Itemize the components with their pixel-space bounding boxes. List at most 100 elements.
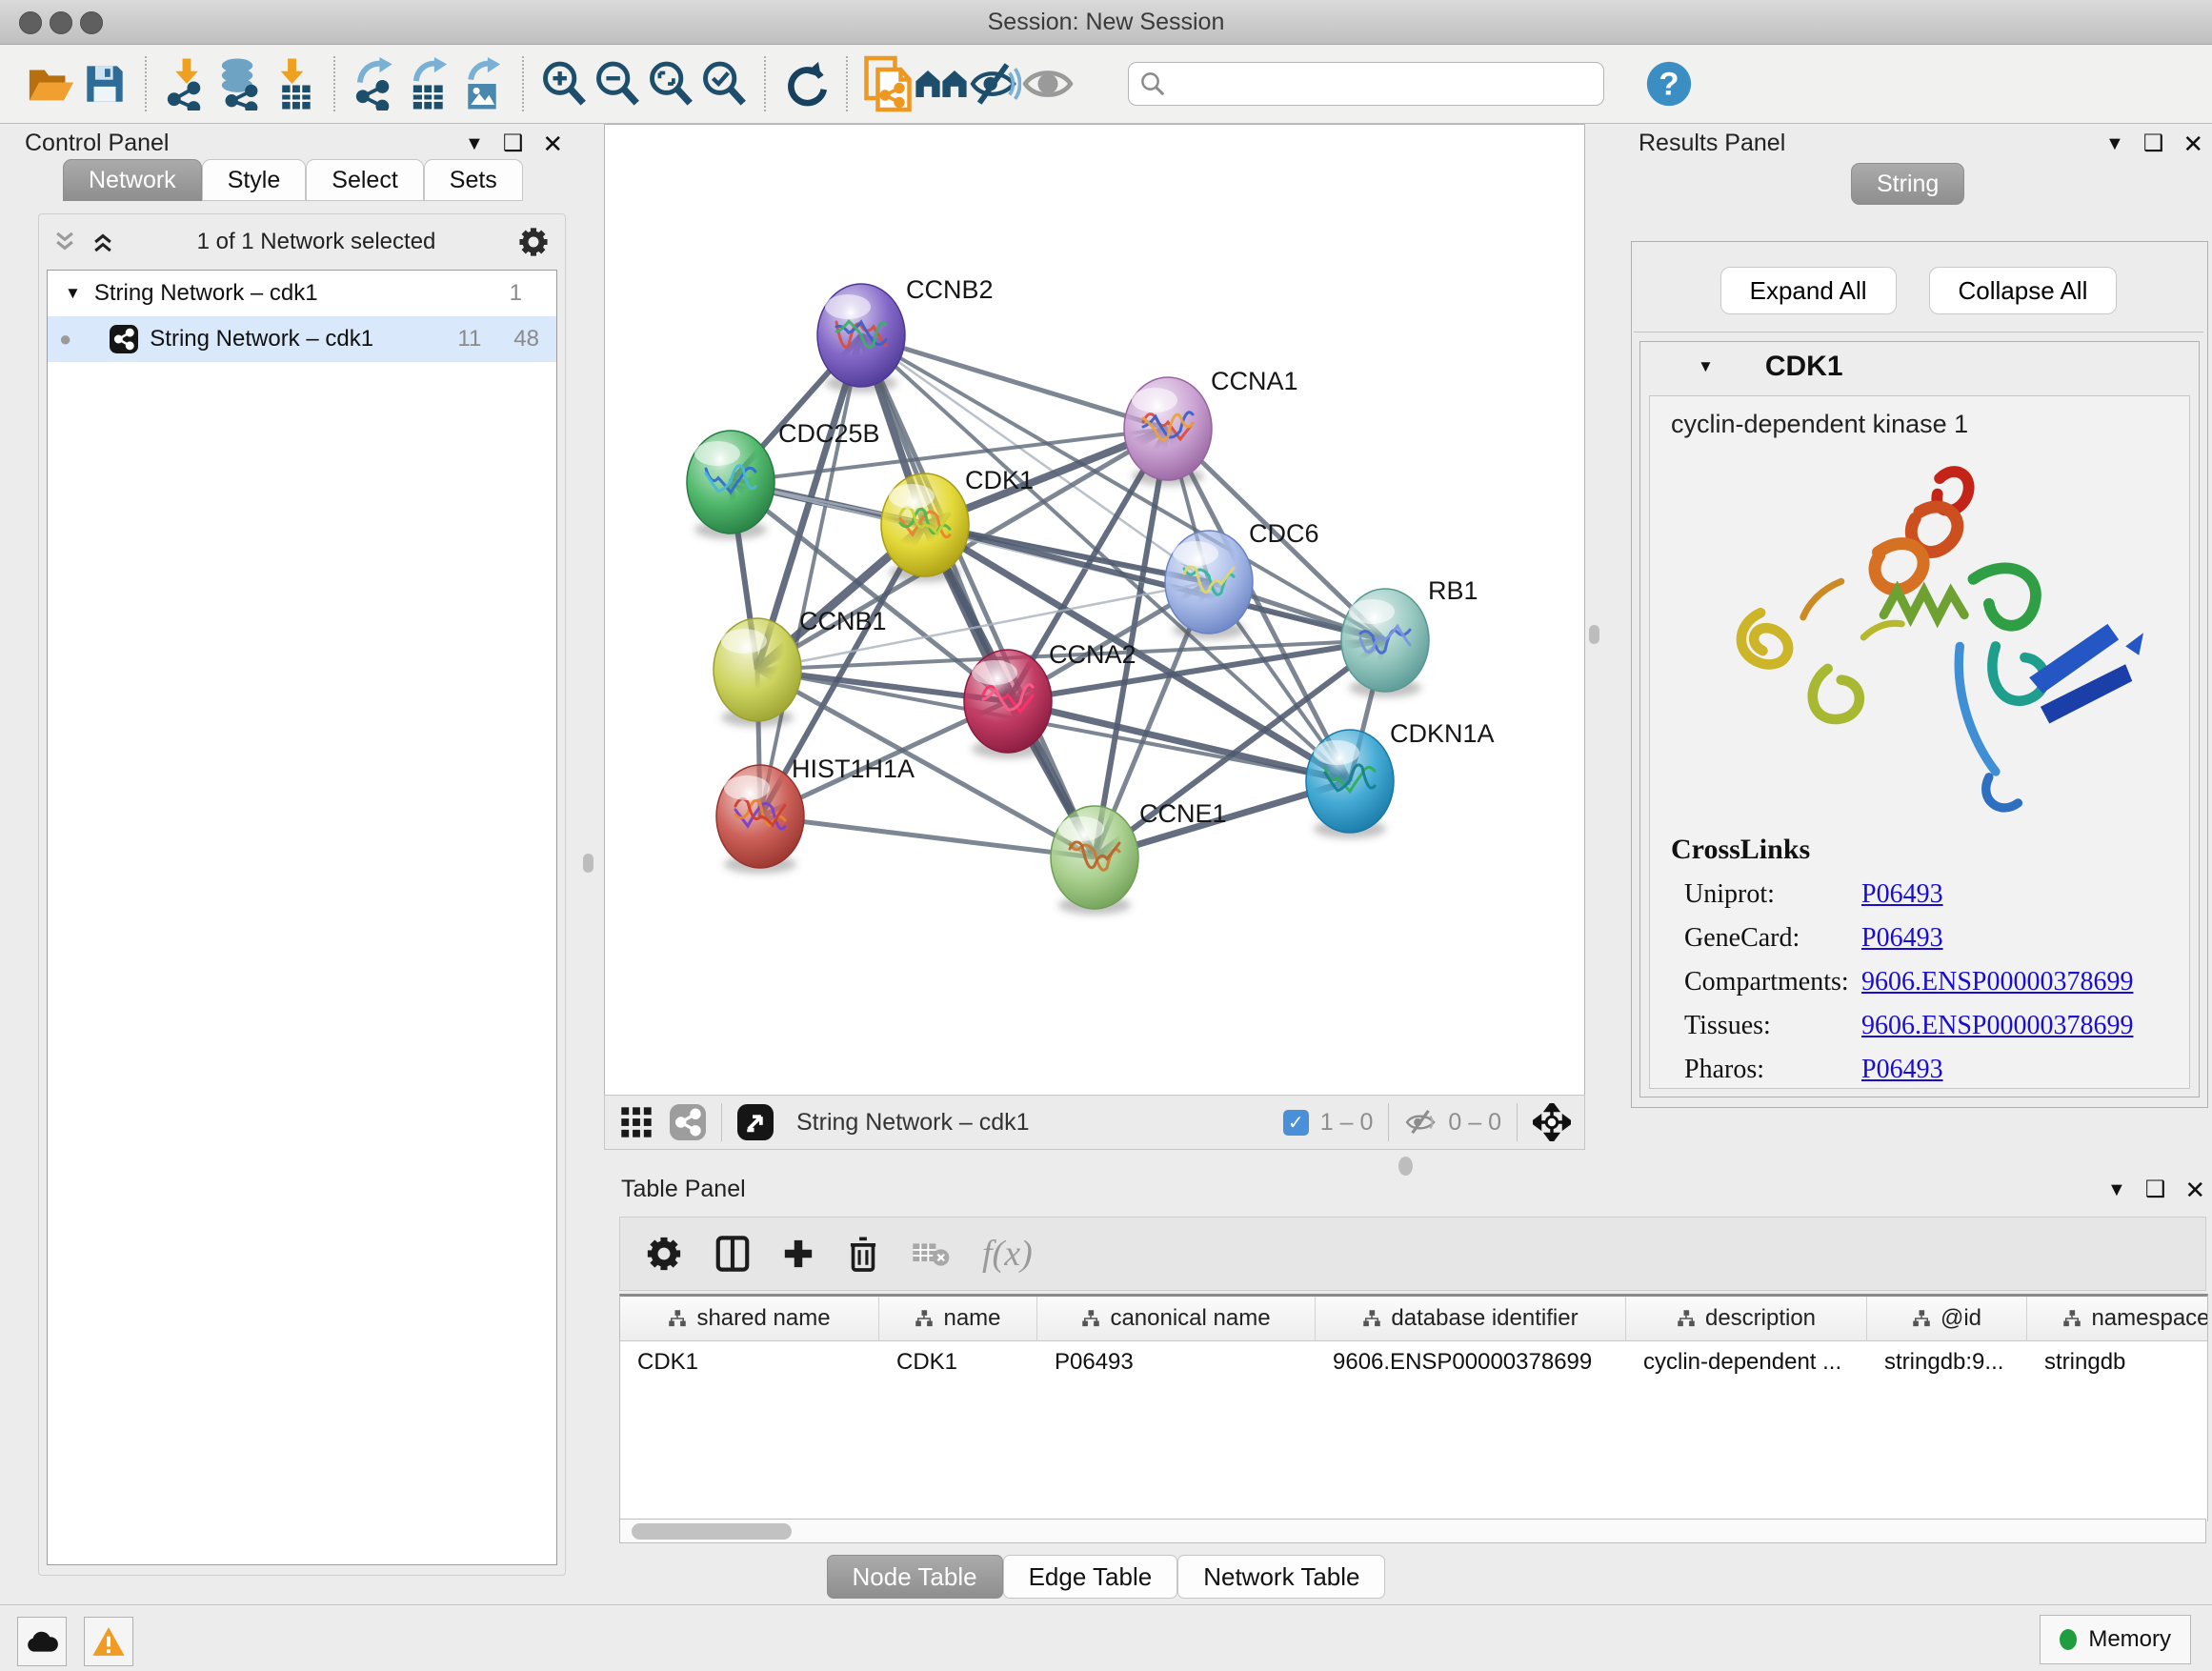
import-network-icon[interactable] — [160, 57, 213, 111]
search-input[interactable] — [1167, 70, 1594, 98]
node-label: CCNB1 — [799, 607, 887, 635]
tab-network[interactable]: Network — [63, 159, 202, 201]
tab-sets[interactable]: Sets — [424, 159, 523, 201]
node-label: CDC25B — [778, 419, 880, 448]
network-canvas[interactable]: CCNB2 CCNA1 CDC25B CDK1 CDC6 RB1 CCNB1 — [604, 124, 1585, 1096]
float-panel-icon[interactable]: ❑ — [2145, 1178, 2166, 1201]
close-panel-icon[interactable]: ✕ — [2184, 1178, 2205, 1202]
network-node-CCNB1[interactable]: CCNB1 — [714, 607, 887, 727]
crosslink-label: GeneCard: — [1684, 923, 1861, 954]
column-header-shared-name[interactable]: shared name — [620, 1297, 879, 1340]
tab-network-table[interactable]: Network Table — [1177, 1555, 1385, 1599]
import-network-from-database-icon[interactable] — [213, 57, 267, 111]
cdk1-section-header[interactable]: ▼ CDK1 — [1640, 342, 2199, 392]
network-collection-row[interactable]: ▼ String Network – cdk1 1 — [48, 271, 556, 316]
help-icon[interactable]: ? — [1642, 57, 1696, 111]
table-cell: P06493 — [1037, 1341, 1316, 1383]
table-cell: stringdb — [2027, 1341, 2208, 1383]
column-header-description[interactable]: description — [1626, 1297, 1867, 1340]
pan-crosshair-icon[interactable] — [1533, 1103, 1571, 1141]
float-panel-icon[interactable]: ❑ — [2143, 132, 2164, 155]
current-network-bullet-icon: ● — [59, 327, 71, 352]
tab-edge-table[interactable]: Edge Table — [1003, 1555, 1178, 1599]
show-glass-eye-icon[interactable] — [1021, 57, 1075, 111]
collection-expand-icon[interactable]: ▼ — [65, 284, 81, 303]
expand-all-button[interactable]: Expand All — [1720, 267, 1897, 314]
scrollbar-thumb[interactable] — [632, 1523, 792, 1540]
selected-checkbox-icon[interactable]: ✓ — [1283, 1110, 1309, 1136]
cloud-status-button[interactable] — [17, 1617, 67, 1666]
panel-menu-icon[interactable]: ▼ — [2107, 1180, 2126, 1199]
column-header-name[interactable]: name — [879, 1297, 1037, 1340]
tab-select[interactable]: Select — [306, 159, 423, 201]
crosslink-link[interactable]: P06493 — [1861, 1055, 1943, 1085]
open-session-icon[interactable] — [25, 57, 78, 111]
float-panel-icon[interactable]: ❑ — [503, 132, 524, 155]
network-node-CCNA2[interactable]: CCNA2 — [964, 640, 1136, 758]
grid-view-icon[interactable] — [620, 1106, 653, 1138]
show-columns-icon[interactable] — [715, 1235, 750, 1273]
right-splitter-handle[interactable] — [1589, 625, 1599, 644]
left-splitter-handle[interactable] — [583, 854, 593, 873]
table-horizontal-scrollbar[interactable] — [619, 1519, 2206, 1543]
memory-status-icon — [2060, 1629, 2077, 1650]
column-header-@id[interactable]: @id — [1867, 1297, 2027, 1340]
tab-style[interactable]: Style — [202, 159, 307, 201]
save-session-icon[interactable] — [78, 57, 131, 111]
string-home-icon[interactable] — [915, 57, 968, 111]
column-header-namespace[interactable]: namespace — [2027, 1297, 2208, 1340]
network-node-HIST1H1A[interactable]: HIST1H1A — [716, 755, 915, 874]
network-node-CDK1[interactable]: CDK1 — [881, 466, 1034, 582]
close-panel-icon[interactable]: ✕ — [542, 131, 563, 156]
export-network-icon[interactable] — [349, 57, 402, 111]
section-collapse-icon[interactable]: ▼ — [1698, 357, 1714, 376]
crosslink-link[interactable]: 9606.ENSP00000378699 — [1861, 967, 2133, 997]
network-node-CDC6[interactable]: CDC6 — [1165, 519, 1319, 639]
copy-publication-icon[interactable] — [861, 57, 915, 111]
collapse-all-button[interactable]: Collapse All — [1929, 267, 2118, 314]
network-node-CCNE1[interactable]: CCNE1 — [1051, 799, 1227, 915]
bottom-splitter-handle[interactable] — [1398, 1157, 1413, 1176]
network-options-gear-icon[interactable] — [517, 226, 550, 258]
hide-glass-eye-slash-icon[interactable] — [968, 57, 1021, 111]
export-image-icon[interactable] — [455, 57, 509, 111]
import-table-icon[interactable] — [267, 57, 320, 111]
tab-node-table[interactable]: Node Table — [827, 1555, 1003, 1599]
crosslink-link[interactable]: P06493 — [1861, 879, 1943, 910]
viewbar-separator — [1388, 1103, 1389, 1141]
network-share-view-icon[interactable] — [670, 1104, 706, 1140]
refresh-icon[interactable] — [779, 57, 833, 111]
zoom-out-icon[interactable] — [591, 57, 644, 111]
export-table-icon[interactable] — [402, 57, 455, 111]
warnings-button[interactable] — [84, 1617, 133, 1666]
cdk1-section-body: cyclin-dependent kinase 1 — [1649, 395, 2190, 1089]
zoom-selected-icon[interactable] — [697, 57, 751, 111]
panel-menu-icon[interactable]: ▼ — [465, 134, 484, 153]
table-row[interactable]: CDK1CDK1P064939606.ENSP00000378699cyclin… — [620, 1341, 2207, 1383]
add-column-icon[interactable] — [782, 1238, 814, 1270]
crosslink-link[interactable]: P06493 — [1861, 923, 1943, 954]
close-panel-icon[interactable]: ✕ — [2182, 131, 2203, 156]
window-title: Session: New Session — [0, 9, 2212, 36]
collapse-all-networks-icon[interactable] — [52, 230, 77, 254]
zoom-fit-icon[interactable] — [644, 57, 697, 111]
expand-all-networks-icon[interactable] — [90, 230, 115, 254]
delete-column-icon[interactable] — [847, 1235, 879, 1273]
results-tab-string[interactable]: String — [1851, 163, 1964, 205]
zoom-in-icon[interactable] — [537, 57, 591, 111]
column-header-canonical-name[interactable]: canonical name — [1037, 1297, 1316, 1340]
crosslink-row: Tissues:9606.ENSP00000378699 — [1671, 1011, 2189, 1041]
birdseye-view-icon[interactable] — [737, 1104, 774, 1140]
table-panel-buttons: ▼ ❑ ✕ — [2107, 1178, 2205, 1202]
crosslink-link[interactable]: 9606.ENSP00000378699 — [1861, 1011, 2133, 1041]
table-options-gear-icon[interactable] — [645, 1235, 683, 1273]
network-row-selected[interactable]: ● String Network – cdk1 11 48 — [48, 316, 556, 362]
panel-menu-icon[interactable]: ▼ — [2105, 134, 2124, 153]
network-node-CDKN1A[interactable]: CDKN1A — [1306, 719, 1495, 838]
memory-button[interactable]: Memory — [2040, 1615, 2191, 1664]
network-node-RB1[interactable]: RB1 — [1341, 576, 1478, 697]
column-header-database-identifier[interactable]: database identifier — [1316, 1297, 1626, 1340]
node-label: CCNB2 — [906, 275, 994, 304]
table-cell: cyclin-dependent ... — [1626, 1341, 1867, 1383]
memory-label: Memory — [2088, 1626, 2171, 1653]
